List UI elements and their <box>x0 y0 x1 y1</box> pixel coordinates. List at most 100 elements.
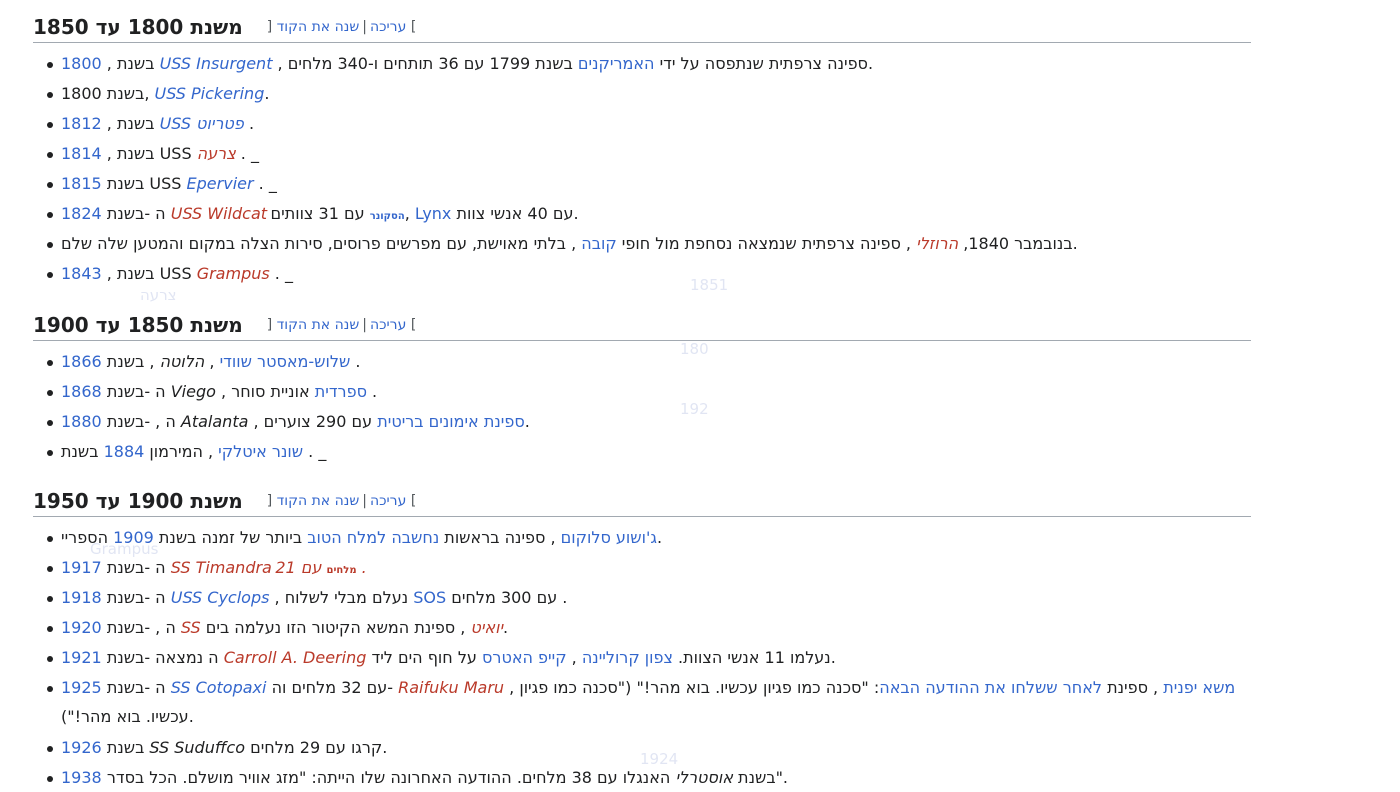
list-item: 1918 ה -בשנת USS Cyclops , נעלם מבלי לשל… <box>33 583 1251 613</box>
edit-link[interactable]: עריכה <box>370 493 406 509</box>
ship-link-missing[interactable]: צרעה <box>197 144 236 163</box>
list-item: 1800 , בשנת USS Insurgent , ספינה צרפתית… <box>33 49 1251 79</box>
list-item: 1843 , בשנת USS Grampus . _ <box>33 259 1251 289</box>
ship-link[interactable]: USS פטריוט <box>160 114 244 133</box>
year-link[interactable]: 1868 <box>61 382 102 401</box>
year-link[interactable]: 1917 <box>61 558 102 577</box>
bullet-icon <box>47 182 53 188</box>
list-item: 1812 , בשנת USS פטריוט . <box>33 109 1251 139</box>
edit-source-link[interactable]: שנה את הקוד <box>277 317 360 333</box>
section-title: משנת 1900 עד 1950 <box>33 489 243 513</box>
section-heading: משנת 1900 עד 1950 ] עריכה|שנה את הקוד [ <box>33 486 1251 517</box>
year-link[interactable]: 1925 <box>61 678 102 697</box>
japanese-cargo-link[interactable]: משא יפנית <box>1163 678 1235 697</box>
list-item: שלוש-מאסטר שוודי , הלוטה , בשנת 1866 . <box>33 347 1251 377</box>
ship-link-missing[interactable]: Raifuku Maru <box>398 678 504 697</box>
ship-link[interactable]: SS Cotopaxi <box>171 678 267 697</box>
year-link[interactable]: 1880 <box>61 412 102 431</box>
bullet-icon <box>47 152 53 158</box>
ship-link[interactable]: Epervier <box>187 174 254 193</box>
ship-link-missing[interactable]: הרוזלי <box>916 234 958 253</box>
lynx-link[interactable]: Lynx <box>415 204 452 223</box>
ship-list: שלוש-מאסטר שוודי , הלוטה , בשנת 1866 . 1… <box>33 347 1251 467</box>
ship-link[interactable]: USS Pickering <box>154 84 264 103</box>
year-link[interactable]: 1921 <box>61 648 102 667</box>
sailor-link[interactable]: נחשבה למלח הטוב <box>307 528 439 547</box>
ship-type-link[interactable]: שלוש-מאסטר שוודי <box>220 352 351 371</box>
bullet-icon <box>47 566 53 572</box>
ship-type-link[interactable]: שונר איטלקי <box>218 442 303 461</box>
year-link[interactable]: 1920 <box>61 618 102 637</box>
ship-list: 1800 , בשנת USS Insurgent , ספינה צרפתית… <box>33 49 1251 289</box>
person-link[interactable]: ג'ושוע סלוקום <box>561 528 657 547</box>
bullet-icon <box>47 212 53 218</box>
edit-source-link[interactable]: שנה את הקוד <box>277 19 360 35</box>
list-item: ג'ושוע סלוקום , ספינה בראשות נחשבה למלח … <box>33 523 1251 553</box>
edit-link[interactable]: עריכה <box>370 317 406 333</box>
bullet-icon <box>47 62 53 68</box>
edit-source-link[interactable]: שנה את הקוד <box>277 493 360 509</box>
year-link[interactable]: 1800 <box>61 54 102 73</box>
spanish-link[interactable]: ספרדית <box>315 382 367 401</box>
ghost-text: 1924 <box>640 750 679 768</box>
bullet-icon <box>47 242 53 248</box>
ghost-text: צרעה <box>140 286 177 304</box>
cape-hatteras-link[interactable]: קייפ האטרס <box>482 648 567 667</box>
year-link[interactable]: 1938 <box>61 768 102 787</box>
year-link[interactable]: 1814 <box>61 144 102 163</box>
ghost-text: Grampus <box>90 540 159 558</box>
north-carolina-link[interactable]: צפון קרוליינה <box>582 648 673 667</box>
section-heading: משנת 1850 עד 1900 ] עריכה|שנה את הקוד [ <box>33 310 1251 341</box>
ship-link[interactable]: USS Insurgent <box>160 54 273 73</box>
ship-link[interactable]: USS Cyclops <box>171 588 270 607</box>
list-item: 1920 ה , -בשנת SS יואיט , ספינת המשא הקי… <box>33 613 1251 643</box>
year-link[interactable]: 1918 <box>61 588 102 607</box>
year-link[interactable]: 1815 <box>61 174 102 193</box>
edit-link[interactable]: עריכה <box>370 19 406 35</box>
year-link[interactable]: 1884 <box>104 442 145 461</box>
ship-link-missing[interactable]: Grampus <box>197 264 270 283</box>
section-title: משנת 1850 עד 1900 <box>33 313 243 337</box>
bullet-icon <box>47 536 53 542</box>
section-1850-1900: משנת 1850 עד 1900 ] עריכה|שנה את הקוד [ … <box>33 310 1251 467</box>
americans-link[interactable]: האמריקנים <box>578 54 655 73</box>
year-link[interactable]: 1843 <box>61 264 102 283</box>
list-item: 1868 ה -בשנת Viego , ספרדית אוניית סוחר … <box>33 377 1251 407</box>
message-link[interactable]: לאחר ששלחו את ההודעה הבאה <box>879 678 1102 697</box>
bullet-icon <box>47 420 53 426</box>
year-link[interactable]: 1812 <box>61 114 102 133</box>
list-item: 1880 ה , -בשנת Atalanta , ספינת אימונים … <box>33 407 1251 437</box>
list-item: בשנת 1800, USS Pickering. <box>33 79 1251 109</box>
ghost-text: 180 <box>680 340 709 358</box>
ghost-text: 1851 <box>690 276 729 294</box>
bullet-icon <box>47 272 53 278</box>
bullet-icon <box>47 656 53 662</box>
edit-links: ] עריכה|שנה את הקוד [ <box>266 493 417 509</box>
ship-link-missing[interactable]: USS Wildcat <box>171 204 267 223</box>
sos-link[interactable]: SOS <box>413 588 446 607</box>
year-link[interactable]: 1926 <box>61 738 102 757</box>
bullet-icon <box>47 390 53 396</box>
list-item: 1917 ה -בשנת SS Timandra מלחים עם 21 . <box>33 553 1251 583</box>
bullet-icon <box>47 686 53 692</box>
list-item: 1824 ה -בשנת USS Wildcat הסקונר עם 31 צו… <box>33 199 1251 229</box>
ship-link-missing[interactable]: יואיט <box>470 618 503 637</box>
ship-link-missing[interactable]: SS <box>181 618 201 637</box>
list-item: 1921 ה נמצאה -בשנת Carroll A. Deering נע… <box>33 643 1251 673</box>
year-link[interactable]: 1866 <box>61 352 102 371</box>
section-heading: משנת 1800 עד 1850 ] עריכה|שנה את הקוד [ <box>33 12 1251 43</box>
section-1800-1850: משנת 1800 עד 1850 ] עריכה|שנה את הקוד [ … <box>33 12 1251 289</box>
article-page: משנת 1800 עד 1850 ] עריכה|שנה את הקוד [ … <box>0 0 1400 792</box>
bullet-icon <box>47 596 53 602</box>
bullet-icon <box>47 92 53 98</box>
bullet-icon <box>47 360 53 366</box>
ghost-text: 192 <box>680 400 709 418</box>
section-title: משנת 1800 עד 1850 <box>33 15 243 39</box>
list-item: בנובמבר 1840, הרוזלי , ספינה צרפתית שנמצ… <box>33 229 1251 259</box>
year-link[interactable]: 1824 <box>61 204 102 223</box>
ship-link-missing[interactable]: SS Timandra <box>171 558 272 577</box>
training-ship-link[interactable]: ספינת אימונים בריטית <box>377 412 524 431</box>
cuba-link[interactable]: קובה <box>581 234 616 253</box>
ship-link-missing[interactable]: Carroll A. Deering <box>224 648 367 667</box>
bullet-icon <box>47 746 53 752</box>
